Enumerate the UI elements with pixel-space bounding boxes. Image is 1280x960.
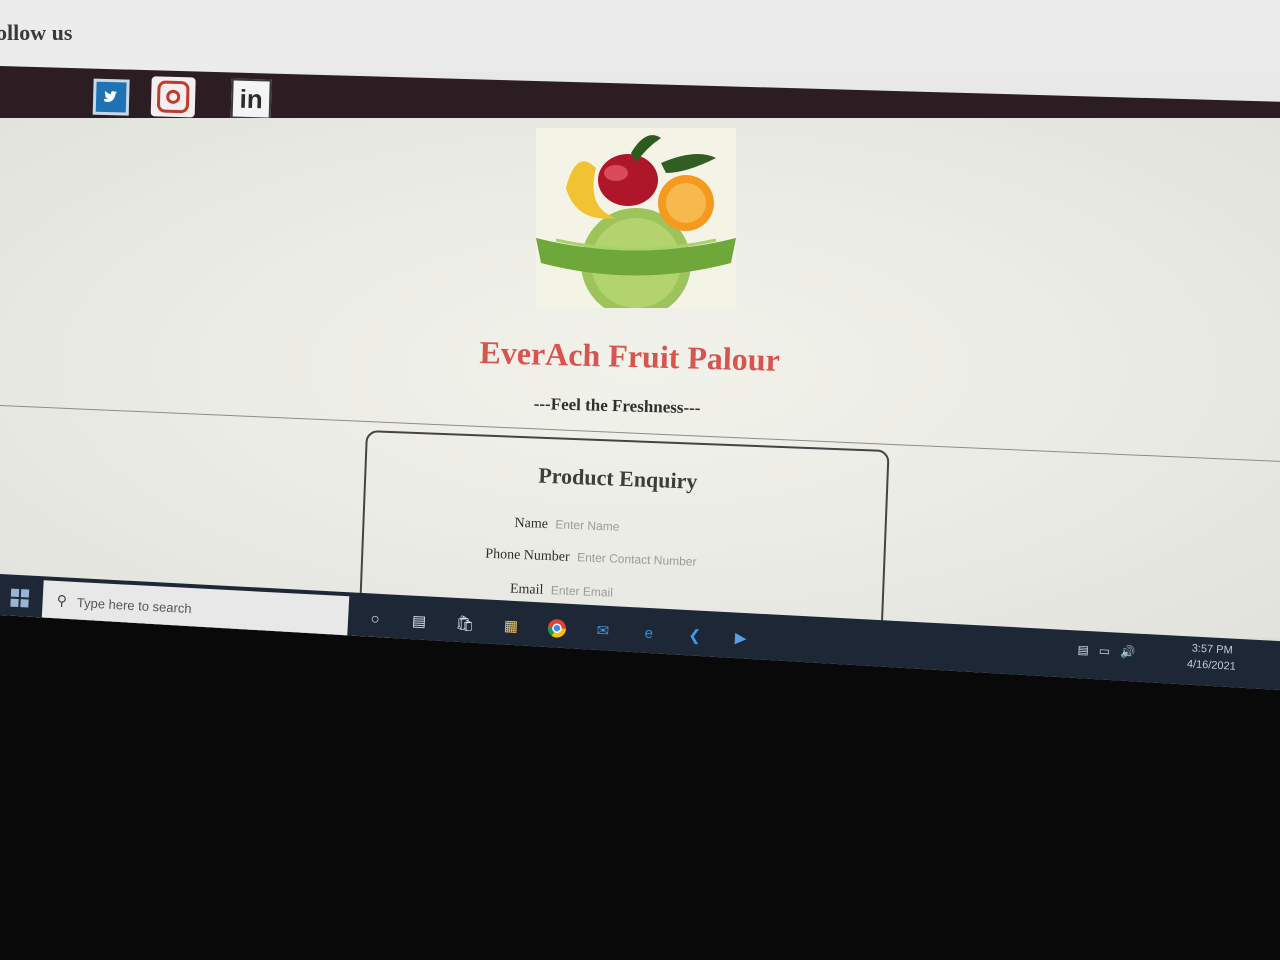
fruit-bowl-logo bbox=[536, 128, 736, 308]
phone-row: Phone Number bbox=[485, 546, 738, 573]
name-row: Name bbox=[514, 515, 716, 540]
chrome-icon[interactable] bbox=[545, 617, 568, 640]
taskbar-clock[interactable]: 3:57 PM 4/16/2021 bbox=[1186, 640, 1237, 675]
task-view-icon[interactable]: ▤ bbox=[408, 609, 431, 632]
search-placeholder: Type here to search bbox=[76, 594, 193, 616]
file-explorer-icon[interactable]: ▦ bbox=[499, 614, 522, 637]
system-tray: ▤ ▭ 🔊 bbox=[1077, 643, 1135, 660]
linkedin-icon[interactable]: in bbox=[230, 78, 272, 120]
clock-date: 4/16/2021 bbox=[1186, 658, 1237, 673]
store-icon[interactable]: 🛍 bbox=[453, 612, 476, 635]
media-icon[interactable]: ▶ bbox=[729, 626, 752, 649]
edge-icon[interactable]: e bbox=[637, 621, 660, 644]
cortana-icon[interactable]: ○ bbox=[364, 607, 387, 630]
network-icon[interactable]: ▤ bbox=[1077, 643, 1089, 658]
battery-icon[interactable]: ▭ bbox=[1098, 644, 1110, 659]
phone-label: Phone Number bbox=[485, 546, 570, 565]
twitter-icon[interactable] bbox=[92, 78, 130, 116]
site-title: EverAch Fruit Palour bbox=[479, 334, 781, 378]
vscode-icon[interactable]: ❮ bbox=[683, 624, 706, 647]
mail-icon[interactable]: ✉ bbox=[591, 619, 614, 642]
name-label: Name bbox=[514, 515, 549, 533]
enquiry-title: Product Enquiry bbox=[537, 462, 698, 494]
name-input[interactable] bbox=[555, 517, 716, 538]
follow-us-bar: ollow us bbox=[0, 0, 1280, 72]
monitor-screen: ollow us in EverAch Fruit Palour ---Feel… bbox=[0, 0, 1280, 690]
search-icon: ⚲ bbox=[56, 593, 68, 610]
volume-icon[interactable]: 🔊 bbox=[1120, 645, 1136, 660]
instagram-icon[interactable] bbox=[150, 76, 196, 118]
follow-us-text: ollow us bbox=[0, 20, 73, 45]
windows-start-icon[interactable] bbox=[10, 588, 30, 608]
email-label: Email bbox=[509, 581, 544, 598]
phone-input[interactable] bbox=[576, 550, 738, 571]
email-input[interactable] bbox=[550, 583, 712, 604]
